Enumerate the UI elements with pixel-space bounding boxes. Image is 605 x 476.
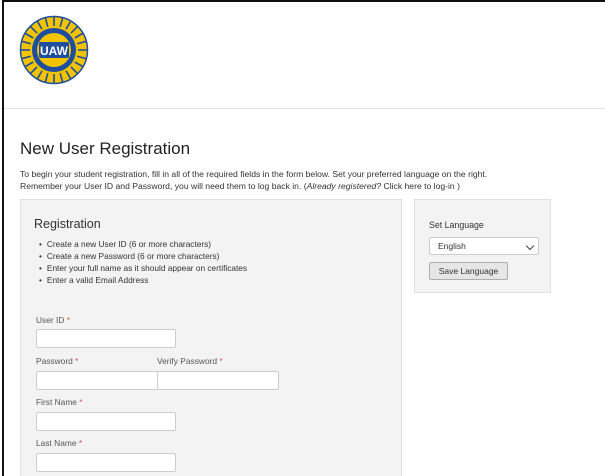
password-label-text: Password xyxy=(36,356,73,366)
first-name-label-text: First Name xyxy=(36,397,77,407)
language-title: Set Language xyxy=(429,220,484,230)
registration-instructions: Create a new User ID (6 or more characte… xyxy=(39,238,247,286)
intro-line-1: To begin your student registration, fill… xyxy=(20,169,488,179)
save-language-button[interactable]: Save Language xyxy=(429,262,508,280)
already-registered-text: Already registered? xyxy=(306,180,382,191)
list-item: Create a new Password (6 or more charact… xyxy=(39,250,247,262)
password-input[interactable] xyxy=(36,371,158,390)
list-item: Create a new User ID (6 or more characte… xyxy=(39,238,247,250)
last-name-input[interactable] xyxy=(36,453,176,472)
required-marker: * xyxy=(75,356,79,366)
language-selected-value: English xyxy=(438,241,466,251)
verify-password-label: Verify Password * xyxy=(157,356,223,366)
first-name-input[interactable] xyxy=(36,412,176,431)
required-marker: * xyxy=(78,438,83,448)
chevron-down-icon xyxy=(525,241,535,251)
uaw-logo: UAW xyxy=(19,15,89,85)
intro-line-2-start: Remember your User ID and Password, you … xyxy=(20,180,307,191)
verify-password-label-text: Verify Password xyxy=(157,356,218,366)
language-select[interactable]: English xyxy=(429,237,539,255)
header: UAW xyxy=(4,2,605,109)
intro-line-2-end: ) xyxy=(454,180,460,191)
intro-line-2: Remember your User ID and Password, you … xyxy=(20,181,600,193)
user-id-label-text: User ID xyxy=(36,315,65,325)
password-label: Password * xyxy=(36,356,78,366)
last-name-label-text: Last Name xyxy=(36,438,77,448)
last-name-label: Last Name * xyxy=(36,438,82,448)
login-link[interactable]: Click here to log-in xyxy=(381,181,455,191)
page-title: New User Registration xyxy=(20,139,191,158)
list-item: Enter a valid Email Address xyxy=(39,274,247,286)
intro-text: To begin your student registration, fill… xyxy=(20,169,600,192)
required-marker: * xyxy=(79,397,83,407)
page-frame: UAW New User Registration To begin your … xyxy=(2,0,605,476)
registration-panel: Registration Create a new User ID (6 or … xyxy=(20,199,402,476)
logo-text: UAW xyxy=(40,44,69,58)
required-marker: * xyxy=(66,315,70,325)
list-item: Enter your full name as it should appear… xyxy=(39,262,247,274)
first-name-label: First Name * xyxy=(36,397,83,407)
required-marker: * xyxy=(219,356,223,366)
verify-password-input[interactable] xyxy=(157,371,279,390)
language-panel: Set Language English Save Language xyxy=(414,199,551,293)
user-id-input[interactable] xyxy=(36,329,176,348)
user-id-label: User ID * xyxy=(36,315,70,325)
registration-title: Registration xyxy=(34,217,101,231)
